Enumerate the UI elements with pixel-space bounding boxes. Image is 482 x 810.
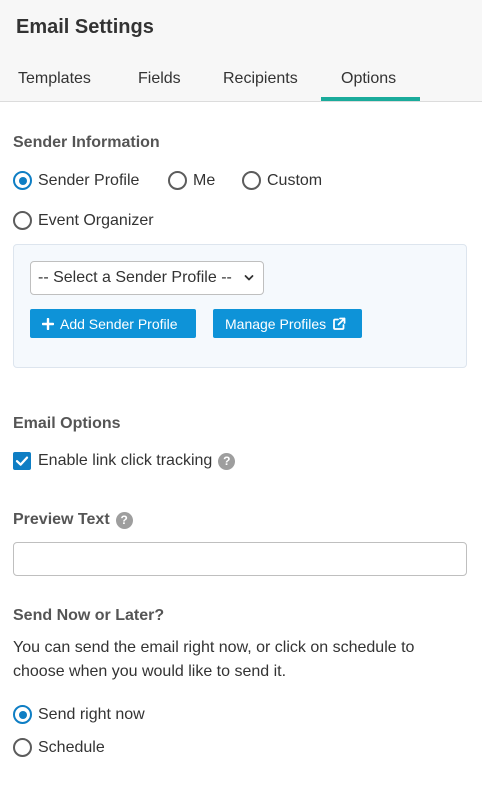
- page-title: Email Settings: [16, 16, 154, 38]
- radio-send-right-now-control[interactable]: [13, 705, 32, 724]
- tab-templates[interactable]: Templates: [18, 70, 91, 88]
- radio-schedule-label: Schedule: [38, 738, 105, 756]
- sender-profile-select[interactable]: -- Select a Sender Profile --: [30, 261, 264, 295]
- radio-event-organizer-control[interactable]: [13, 211, 32, 230]
- sender-profile-panel: -- Select a Sender Profile -- Add Sender…: [13, 244, 467, 368]
- link-tracking-checkbox[interactable]: [13, 452, 31, 470]
- sender-profile-select-value: -- Select a Sender Profile --: [38, 269, 232, 286]
- radio-send-right-now-label: Send right now: [38, 705, 145, 723]
- send-timing-description: You can send the email right now, or cli…: [13, 639, 415, 680]
- radio-schedule-control[interactable]: [13, 738, 32, 757]
- link-tracking-option[interactable]: Enable link click tracking ?: [13, 452, 236, 470]
- radio-sender-profile-control[interactable]: [13, 171, 32, 190]
- sender-information-heading: Sender Information: [13, 134, 160, 151]
- chevron-down-icon: [244, 275, 254, 281]
- radio-send-right-now[interactable]: Send right now: [13, 705, 145, 724]
- add-sender-profile-button[interactable]: Add Sender Profile: [30, 309, 196, 338]
- radio-me-control[interactable]: [168, 171, 187, 190]
- external-link-icon: [333, 317, 346, 330]
- link-tracking-label: Enable link click tracking: [38, 452, 213, 469]
- tab-options[interactable]: Options: [341, 70, 396, 88]
- radio-event-organizer-label: Event Organizer: [38, 211, 154, 229]
- active-tab-indicator: [321, 97, 420, 101]
- question-circle-icon[interactable]: ?: [218, 452, 236, 470]
- radio-custom-control[interactable]: [242, 171, 261, 190]
- manage-profiles-button[interactable]: Manage Profiles: [213, 309, 362, 338]
- settings-header: Email Settings Templates Fields Recipien…: [0, 0, 482, 102]
- radio-me[interactable]: Me: [168, 171, 215, 190]
- radio-custom-label: Custom: [267, 171, 323, 189]
- manage-profiles-label: Manage Profiles: [225, 315, 327, 332]
- plus-icon: [42, 317, 54, 330]
- send-timing-heading: Send Now or Later?: [13, 607, 165, 624]
- radio-sender-profile-label: Sender Profile: [38, 171, 140, 189]
- preview-text-label: Preview Text: [13, 511, 110, 528]
- radio-me-label: Me: [193, 171, 216, 189]
- question-circle-icon[interactable]: ?: [115, 511, 133, 529]
- radio-custom[interactable]: Custom: [242, 171, 322, 190]
- tab-fields[interactable]: Fields: [138, 70, 181, 88]
- preview-text-heading: Preview Text ?: [13, 511, 133, 529]
- radio-schedule[interactable]: Schedule: [13, 738, 105, 757]
- checkmark-icon: [15, 456, 29, 466]
- tab-recipients[interactable]: Recipients: [223, 70, 298, 88]
- radio-sender-profile[interactable]: Sender Profile: [13, 171, 139, 190]
- radio-event-organizer[interactable]: Event Organizer: [13, 211, 154, 230]
- preview-text-input[interactable]: [13, 542, 467, 576]
- email-options-heading: Email Options: [13, 415, 121, 432]
- add-sender-profile-label: Add Sender Profile: [60, 315, 178, 332]
